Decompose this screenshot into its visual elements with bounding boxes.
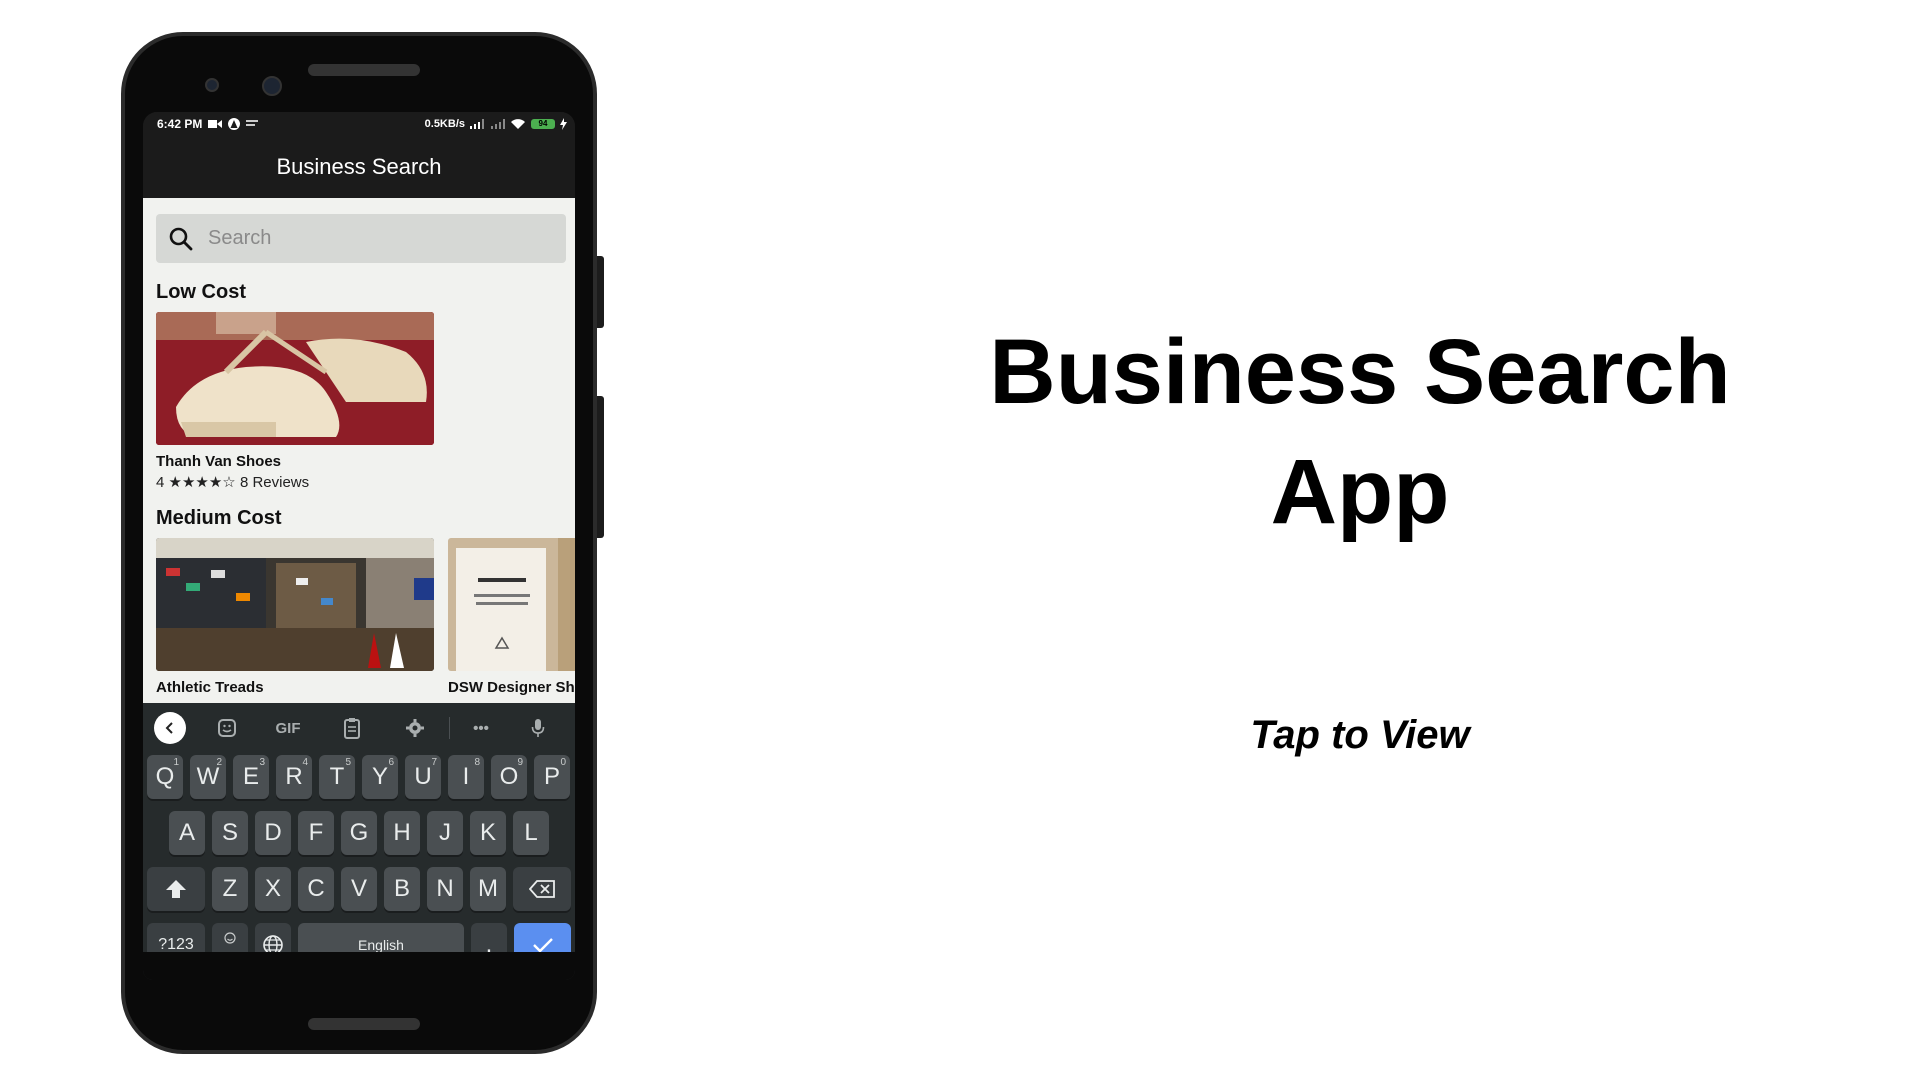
tap-to-view-link[interactable]: Tap to View	[1160, 713, 1560, 758]
business-card-thanh-van-shoes[interactable]: Thanh Van Shoes 4 ★★★★☆ 8 Reviews	[156, 312, 434, 491]
business-name: Athletic Treads	[156, 679, 264, 696]
wifi-icon	[511, 119, 525, 129]
volume-button	[597, 396, 604, 538]
front-camera	[205, 78, 219, 92]
sticker-icon	[218, 719, 236, 737]
key-y[interactable]: Y6	[362, 755, 398, 799]
key-q[interactable]: Q1	[147, 755, 183, 799]
shift-arrow-icon	[166, 880, 186, 898]
product-photo-image	[448, 538, 575, 671]
key-d[interactable]: D	[255, 811, 291, 855]
charging-icon	[560, 118, 567, 130]
promo-title-line-1: Business Search	[989, 321, 1731, 423]
key-c[interactable]: C	[298, 867, 334, 911]
clipboard-icon	[344, 718, 360, 739]
business-rating: 4 ★★★★☆ 8 Reviews	[156, 473, 434, 491]
key-p[interactable]: P0	[534, 755, 570, 799]
key-g[interactable]: G	[341, 811, 377, 855]
front-sensor	[262, 76, 282, 96]
backspace-icon	[529, 880, 555, 898]
keyboard-toolbar: GIF •••	[143, 703, 575, 753]
search-icon	[169, 227, 193, 250]
business-name: Thanh Van Shoes	[156, 453, 282, 470]
signal-secondary-icon	[491, 119, 505, 129]
key-n[interactable]: N	[427, 867, 463, 911]
gif-button[interactable]: GIF	[273, 716, 303, 740]
key-r[interactable]: R4	[276, 755, 312, 799]
toolbar-divider	[449, 717, 450, 739]
status-bar: 6:42 PM 0.5KB/s 94	[143, 112, 575, 136]
key-k[interactable]: K	[470, 811, 506, 855]
backspace-key[interactable]	[513, 867, 571, 911]
settings-button[interactable]	[403, 716, 427, 740]
signal-icon	[470, 119, 484, 129]
key-m[interactable]: M	[470, 867, 506, 911]
shift-key[interactable]	[147, 867, 205, 911]
app-title: Business Search	[276, 154, 442, 179]
voice-input-button[interactable]	[526, 716, 550, 740]
rating-stars: ★★★★☆	[168, 474, 236, 491]
notification-lines-icon	[246, 120, 259, 126]
battery-indicator: 94	[531, 119, 555, 129]
app-bar: Business Search	[143, 136, 575, 198]
gear-icon	[406, 719, 424, 737]
key-l[interactable]: L	[513, 811, 549, 855]
business-photo	[156, 538, 434, 671]
video-camera-icon	[208, 120, 223, 128]
on-screen-keyboard: GIF ••• Q1 W2 E3 R4 T5 Y6 U7 I8 O9 P0 A …	[143, 703, 575, 980]
chevron-left-icon	[165, 722, 173, 734]
business-photo	[448, 538, 575, 671]
search-input[interactable]	[206, 226, 550, 251]
shoe-photo-image	[156, 312, 434, 445]
key-j[interactable]: J	[427, 811, 463, 855]
phone-screen: 6:42 PM 0.5KB/s 94 Business Search Low C…	[143, 112, 575, 980]
key-u[interactable]: U7	[405, 755, 441, 799]
key-x[interactable]: X	[255, 867, 291, 911]
microphone-icon	[531, 719, 545, 737]
key-t[interactable]: T5	[319, 755, 355, 799]
key-v[interactable]: V	[341, 867, 377, 911]
key-h[interactable]: H	[384, 811, 420, 855]
promo-title-line-2: App	[1270, 441, 1450, 543]
collapse-toolbar-button[interactable]	[154, 712, 186, 744]
key-i[interactable]: I8	[448, 755, 484, 799]
business-name: DSW Designer Shoe	[448, 679, 575, 696]
section-title-low-cost: Low Cost	[156, 281, 246, 303]
promo-title: Business Search App	[960, 312, 1760, 552]
key-z[interactable]: Z	[212, 867, 248, 911]
business-card-athletic-treads[interactable]: Athletic Treads	[156, 538, 434, 696]
power-button	[597, 256, 604, 328]
search-bar[interactable]	[156, 214, 566, 263]
key-a[interactable]: A	[169, 811, 205, 855]
business-card-dsw[interactable]: DSW Designer Shoe	[448, 538, 575, 696]
bottom-speaker	[308, 1018, 420, 1030]
app-notification-icon	[228, 118, 241, 130]
top-speaker	[308, 64, 420, 76]
key-s[interactable]: S	[212, 811, 248, 855]
key-o[interactable]: O9	[491, 755, 527, 799]
rating-value: 4	[156, 474, 165, 491]
network-speed: 0.5KB/s	[424, 118, 465, 130]
review-count: 8 Reviews	[239, 474, 310, 491]
clipboard-button[interactable]	[340, 716, 364, 740]
status-time: 6:42 PM	[157, 117, 203, 131]
more-button[interactable]: •••	[463, 716, 499, 740]
screen-bottom-edge	[143, 952, 575, 980]
checkmark-icon	[532, 938, 553, 953]
section-title-medium-cost: Medium Cost	[156, 507, 282, 529]
app-content: Low Cost Thanh Van Shoes 4 ★★★★☆ 8 Re	[143, 198, 575, 703]
business-photo	[156, 312, 434, 445]
store-photo-image	[156, 538, 434, 671]
sticker-button[interactable]	[215, 716, 239, 740]
key-f[interactable]: F	[298, 811, 334, 855]
key-w[interactable]: W2	[190, 755, 226, 799]
key-e[interactable]: E3	[233, 755, 269, 799]
key-b[interactable]: B	[384, 867, 420, 911]
